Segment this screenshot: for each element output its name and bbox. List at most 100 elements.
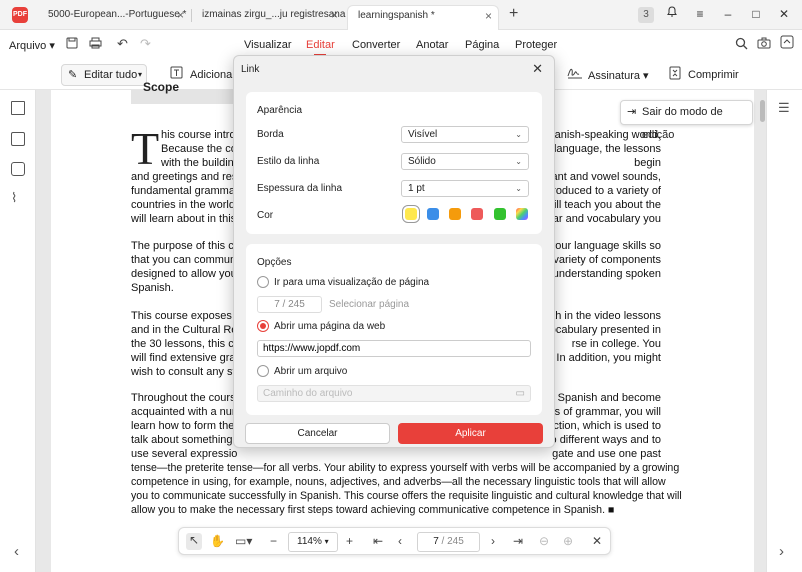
color-swatch-green[interactable]: [494, 208, 506, 220]
next-page-icon[interactable]: ›: [491, 534, 495, 548]
thumbnails-icon[interactable]: [11, 101, 25, 115]
close-icon[interactable]: ×: [177, 5, 184, 25]
appearance-title: Aparência: [257, 105, 303, 116]
menu-pagina[interactable]: Página: [465, 39, 499, 51]
dialog-title: Link: [241, 64, 260, 75]
file-path-placeholder: Caminho do arquivo: [263, 388, 353, 399]
signature-icon: [567, 66, 583, 82]
new-tab-icon[interactable]: +: [509, 5, 518, 23]
zoom-out-icon[interactable]: −: [270, 534, 277, 548]
line-style-select[interactable]: Sólido ⌄: [401, 153, 529, 170]
color-picker-icon[interactable]: [516, 208, 528, 220]
search-icon[interactable]: [735, 37, 748, 53]
text-line: n Spanish and become: [548, 392, 661, 404]
open-web-page-label: Abrir uma página da web: [274, 321, 386, 332]
text-line: will teach you about the: [546, 199, 661, 211]
menu-proteger[interactable]: Proteger: [515, 39, 557, 51]
minimize-icon[interactable]: –: [718, 4, 738, 24]
collapse-icon[interactable]: [780, 35, 794, 52]
select-cursor-icon[interactable]: ↖: [186, 533, 202, 550]
save-icon[interactable]: [66, 37, 78, 52]
prev-page-icon[interactable]: ‹: [398, 534, 402, 548]
forward-view-icon[interactable]: ⊕: [563, 534, 573, 548]
go-to-page-radio[interactable]: [257, 276, 269, 288]
maximize-icon[interactable]: □: [746, 4, 766, 24]
current-page: 7: [433, 536, 439, 547]
menu-editar[interactable]: Editar: [306, 39, 335, 56]
folder-icon[interactable]: ▭: [516, 386, 525, 401]
tab-count-badge[interactable]: 3: [638, 7, 654, 23]
last-page-icon[interactable]: ⇥: [513, 534, 523, 548]
redo-icon[interactable]: ↷: [140, 36, 151, 52]
pencil-icon: ✎: [68, 69, 78, 81]
menu-hamburger-icon[interactable]: ≡: [690, 4, 710, 24]
right-sidebar: ☰ ›: [766, 90, 802, 572]
open-file-radio[interactable]: [257, 365, 269, 377]
close-window-icon[interactable]: ✕: [774, 4, 794, 24]
page-number-field[interactable]: 7 / 245: [257, 296, 322, 313]
border-select[interactable]: Visível ⌄: [401, 126, 529, 143]
add-text-button[interactable]: Adicionar: [190, 69, 236, 81]
edit-all-label: Editar tudo: [84, 69, 138, 81]
color-label: Cor: [257, 210, 274, 221]
edit-all-button[interactable]: ✎ Editar tudo ▾: [61, 64, 147, 86]
close-icon[interactable]: ×: [485, 6, 492, 26]
menu-visualizar[interactable]: Visualizar: [244, 39, 292, 51]
close-bar-icon[interactable]: ✕: [592, 534, 602, 548]
zoom-value: 114%: [297, 536, 322, 547]
signature-button[interactable]: Assinatura ▾: [588, 69, 649, 82]
text-line: tense—the preterite tense—for all verbs.…: [131, 462, 680, 474]
color-swatch-yellow[interactable]: [402, 205, 420, 223]
close-icon[interactable]: ×: [331, 5, 338, 25]
text-line: o different ways and to: [550, 434, 661, 446]
attachment-icon[interactable]: ⌇: [11, 190, 17, 206]
vertical-scrollbar[interactable]: [760, 100, 765, 122]
line-style-label: Estilo da linha: [257, 156, 320, 167]
notification-bell-icon[interactable]: [662, 4, 682, 24]
zoom-in-icon[interactable]: +: [346, 534, 353, 548]
menu-anotar[interactable]: Anotar: [416, 39, 448, 51]
app-logo-icon: PDF: [12, 7, 28, 23]
url-input[interactable]: [257, 340, 531, 357]
print-icon[interactable]: [89, 37, 102, 52]
undo-icon[interactable]: ↶: [117, 36, 128, 52]
menu-converter[interactable]: Converter: [352, 39, 400, 51]
tab-label: learningspanish *: [358, 10, 435, 21]
zoom-select[interactable]: 114% ▾: [288, 532, 338, 552]
compress-button[interactable]: Comprimir: [688, 69, 739, 81]
camera-icon[interactable]: [757, 37, 771, 52]
first-page-icon[interactable]: ⇤: [373, 534, 383, 548]
line-style-value: Sólido: [408, 156, 436, 167]
open-web-page-radio[interactable]: [257, 320, 269, 332]
bookmark-icon[interactable]: [11, 132, 25, 146]
tab-label: 5000-European...-Portuguese *: [48, 9, 187, 20]
file-path-input[interactable]: Caminho do arquivo ▭: [257, 385, 531, 402]
next-page-arrow-icon[interactable]: ›: [779, 543, 784, 560]
options-title: Opções: [257, 257, 292, 268]
hand-tool-icon[interactable]: ✋: [210, 534, 225, 548]
text-line: nant and vowel sounds,: [545, 171, 661, 183]
tab-european-portuguese[interactable]: 5000-European...-Portuguese * ×: [38, 5, 190, 30]
text-line: troduced to a variety of: [549, 185, 661, 197]
page-number-input[interactable]: 7 / 245: [417, 532, 480, 552]
color-swatch-blue[interactable]: [427, 208, 439, 220]
file-menu[interactable]: Arquivo ▾: [9, 39, 55, 52]
chevron-down-icon: ⌄: [515, 130, 522, 139]
close-icon[interactable]: ✕: [532, 61, 543, 77]
border-label: Borda: [257, 129, 284, 140]
text-line: rse in college. You: [571, 338, 661, 350]
select-page-button[interactable]: Selecionar página: [329, 299, 409, 310]
line-width-select[interactable]: 1 pt ⌄: [401, 180, 529, 197]
color-swatch-orange[interactable]: [449, 208, 461, 220]
view-mode-icon[interactable]: ▭▾: [235, 534, 252, 548]
cancel-button[interactable]: Cancelar: [245, 423, 390, 444]
tab-izmainas[interactable]: izmainas zirgu_...ju registresana ×: [192, 5, 345, 30]
prev-page-arrow-icon[interactable]: ‹: [14, 543, 19, 560]
apply-button[interactable]: Aplicar: [398, 423, 543, 444]
exit-edit-mode-button[interactable]: ⇥ Sair do modo de edição: [620, 100, 753, 141]
comment-icon[interactable]: [11, 162, 25, 176]
tab-learningspanish[interactable]: learningspanish * ×: [347, 5, 499, 30]
color-swatch-red[interactable]: [471, 208, 483, 220]
properties-icon[interactable]: ☰: [778, 100, 790, 116]
back-view-icon[interactable]: ⊖: [539, 534, 549, 548]
